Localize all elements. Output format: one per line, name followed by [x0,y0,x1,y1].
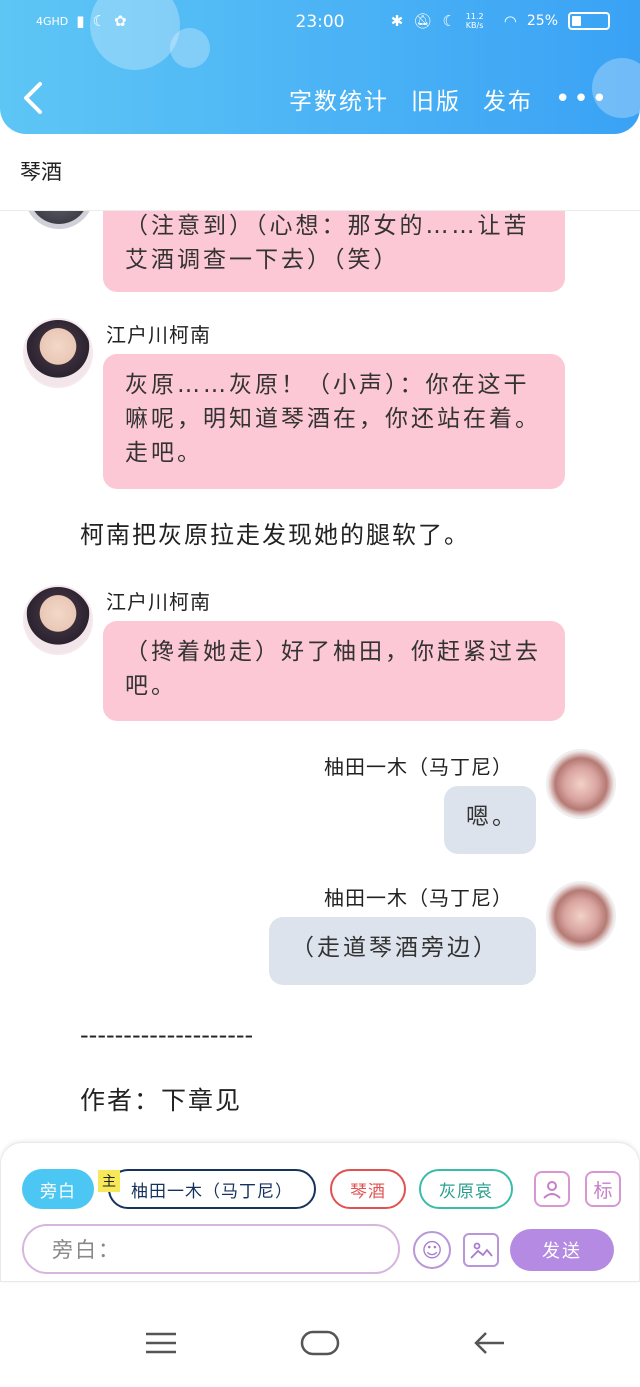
speaker-name: 柚田一木（马丁尼） [324,886,513,910]
avatar-conan[interactable] [23,318,93,388]
host-tag: 主 [98,1170,120,1192]
bluetooth-icon: ✱ [390,12,404,30]
network-speed: 11.2 KB/s [465,12,484,30]
old-version-button[interactable]: 旧版 [411,82,461,116]
message-text: （走道琴酒旁边） [291,935,499,961]
word-count-button[interactable]: 字数统计 [289,82,389,116]
narration-input[interactable]: 旁白： [22,1224,400,1274]
wifi-icon: ◠ [503,12,517,30]
document-title: 琴酒 [20,160,62,184]
avatar-yuta[interactable] [546,749,616,819]
input-placeholder: 旁白： [52,1238,121,1262]
back-button[interactable] [22,80,52,120]
chip-haibara[interactable]: 灰原哀 [419,1169,513,1209]
person-card-icon[interactable] [534,1171,570,1207]
speaker-name: 柚田一木（马丁尼） [324,755,513,779]
image-icon[interactable] [463,1233,499,1267]
message-bubble[interactable]: 嗯。 [444,786,536,854]
message-text: 嗯。 [466,804,518,830]
more-dots-icon[interactable]: ••• [555,84,610,114]
battery-percent: 25% [526,13,558,29]
chip-gin[interactable]: 琴酒 [330,1169,406,1209]
chat-area[interactable]: （注意到）（心想：那女的……让苦艾酒调查一下去）（笑） 江户川柯南 灰原……灰原… [0,211,640,1141]
speaker-name: 江户川柯南 [106,323,211,347]
message-text: 灰原……灰原！（小声）：你在这干嘛呢，明知道琴酒在，你还站在着。走吧。 [125,372,541,466]
publish-button[interactable]: 发布 [483,82,533,116]
nav-row: 字数统计 旧版 发布 ••• [0,80,640,120]
system-nav [0,1300,640,1387]
menu-icon[interactable] [144,1330,178,1360]
person-glyph [543,1181,561,1199]
message-text: （注意到）（心想：那女的……让苦艾酒调查一下去）（笑） [125,213,530,273]
message-bubble[interactable]: （走道琴酒旁边） [269,917,536,985]
status-bar: 4GHD ▮ ☾ ✿ 23:00 ✱ 🔕︎ ☾ 11.2 KB/s ◠ 25% [0,8,640,38]
smile-icon[interactable]: ☺ [413,1231,451,1269]
moon-icon: ☾ [442,12,456,30]
battery-icon [568,12,610,30]
battery-fill [572,16,581,26]
message-text: （搀着她走）好了柚田，你赶紧过去吧。 [125,639,541,699]
avatar-yuta[interactable] [546,881,616,951]
tag-button[interactable]: 标 [585,1171,621,1207]
message-bubble[interactable]: （注意到）（心想：那女的……让苦艾酒调查一下去）（笑） [103,211,565,292]
message-bubble[interactable]: （搀着她走）好了柚田，你赶紧过去吧。 [103,621,565,721]
send-button[interactable]: 发送 [510,1229,614,1271]
text-divider[interactable]: -------------------- [80,1021,253,1049]
home-icon[interactable] [300,1330,340,1360]
chip-narrator[interactable]: 旁白 [22,1169,94,1209]
back-arrow-icon[interactable] [472,1330,506,1360]
chip-yuta[interactable]: 柚田一木（马丁尼） [108,1169,316,1209]
avatar-conan[interactable] [23,585,93,655]
narration-text[interactable]: 柯南把灰原拉走发现她的腿软了。 [80,515,470,550]
app-header: 4GHD ▮ ☾ ✿ 23:00 ✱ 🔕︎ ☾ 11.2 KB/s ◠ 25% … [0,0,640,134]
image-glyph [470,1242,493,1259]
mute-icon: 🔕︎ [413,12,433,30]
author-note[interactable]: 作者：下章见 [80,1081,242,1117]
speaker-name: 江户川柯南 [106,590,211,614]
message-bubble[interactable]: 灰原……灰原！（小声）：你在这干嘛呢，明知道琴酒在，你还站在着。走吧。 [103,354,565,489]
avatar[interactable] [24,211,94,229]
chevron-left-icon [24,82,42,114]
